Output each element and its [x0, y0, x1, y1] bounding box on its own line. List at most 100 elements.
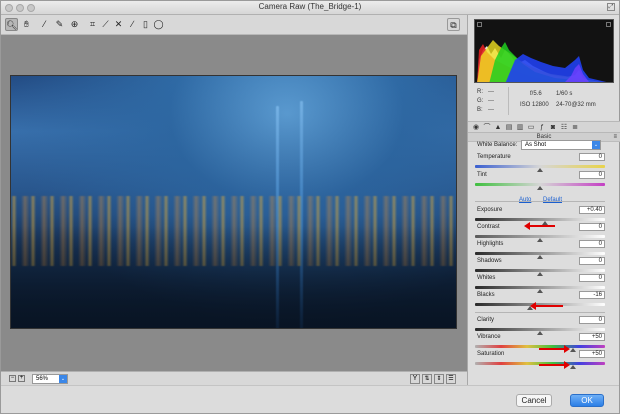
lens-value: 24-70@32 mm: [556, 102, 596, 108]
photo-preview[interactable]: [10, 75, 457, 329]
hsl-tab-icon[interactable]: ▤: [505, 123, 513, 132]
chevron-down-icon: ⌄: [592, 141, 600, 149]
aperture-value: f/5.6: [530, 91, 542, 97]
clarity-label: Clarity: [477, 317, 495, 323]
split-toning-tab-icon[interactable]: ▥: [516, 123, 524, 132]
crop-tool-icon[interactable]: ⌗: [86, 18, 99, 31]
vibrance-slider-thumb[interactable]: [569, 348, 576, 352]
hand-tool-icon[interactable]: ✋︎: [20, 18, 33, 31]
blue-label: B:: [477, 107, 483, 113]
highlights-slider-thumb[interactable]: [537, 255, 543, 259]
blacks-value-field[interactable]: -16: [579, 291, 605, 299]
contrast-annotation-arrow: [524, 222, 555, 230]
presets-tab-icon[interactable]: ☷: [560, 123, 568, 132]
dialog-footer: Cancel OK: [1, 385, 619, 413]
open-preferences-icon[interactable]: ⧉: [447, 18, 460, 31]
zoom-level-select[interactable]: 56% ⌄: [32, 374, 68, 384]
tint-slider-thumb[interactable]: [537, 186, 543, 190]
tone-curve-tab-icon[interactable]: ⌒: [483, 123, 491, 132]
snapshots-tab-icon[interactable]: ≣: [571, 123, 579, 132]
info-readout: R: --- G: --- B: --- f/5.6 1/60 s ISO 12…: [468, 87, 620, 119]
blacks-annotation-arrow: [530, 302, 563, 310]
tool-bar: 🔍︎ ✋︎ ⁄ ✎ ⊕ ⌗ ⟋ ✕ ∕ ▯ ◯ ⧉: [1, 15, 467, 35]
red-value: ---: [488, 89, 494, 95]
shadows-value-field[interactable]: 0: [579, 257, 605, 265]
shadows-slider-thumb[interactable]: [537, 272, 543, 276]
histogram: [474, 19, 614, 83]
zoom-out-icon[interactable]: −: [9, 375, 16, 382]
detail-tab-icon[interactable]: ▲: [494, 123, 502, 132]
panel-tabs: ◉ ⌒ ▲ ▤ ▥ ▭ ƒ ◙ ☷ ≣: [468, 121, 620, 133]
red-label: R:: [477, 89, 483, 95]
highlights-value-field[interactable]: 0: [579, 240, 605, 248]
white-balance-tool-icon[interactable]: ⁄: [38, 18, 51, 31]
exposure-slider-track[interactable]: [475, 218, 605, 221]
whites-label: Whites: [477, 275, 496, 281]
basic-tab-icon[interactable]: ◉: [472, 123, 480, 132]
zoom-in-icon[interactable]: +: [18, 375, 25, 382]
vibrance-annotation-arrow: [539, 345, 570, 353]
lens-corrections-tab-icon[interactable]: ▭: [527, 123, 535, 132]
zoom-level-value: 56%: [36, 376, 49, 382]
blacks-label: Blacks: [477, 292, 495, 298]
cancel-button[interactable]: Cancel: [516, 394, 552, 407]
white-balance-value: As Shot: [525, 142, 547, 148]
default-link[interactable]: Default: [543, 197, 562, 203]
temperature-label: Temperature: [477, 154, 511, 160]
straighten-tool-icon[interactable]: ⟋: [99, 18, 112, 31]
effects-tab-icon[interactable]: ƒ: [538, 123, 546, 132]
saturation-annotation-arrow: [539, 361, 570, 369]
camera-calibration-tab-icon[interactable]: ◙: [549, 123, 557, 132]
ok-button[interactable]: OK: [570, 394, 604, 407]
preview-preferences-icon[interactable]: ☰: [446, 374, 456, 384]
green-value: ---: [488, 98, 494, 104]
shadow-clipping-warning-icon[interactable]: [477, 22, 482, 27]
clarity-value-field[interactable]: 0: [579, 316, 605, 324]
adjustment-brush-icon[interactable]: ∕: [126, 18, 139, 31]
exposure-value-field[interactable]: +0.40: [579, 206, 605, 214]
water-reflection: [11, 226, 456, 328]
spot-removal-tool-icon[interactable]: ✕: [112, 18, 125, 31]
targeted-adjustment-tool-icon[interactable]: ⊕: [68, 18, 81, 31]
window-title: Camera Raw (The_Bridge-1): [258, 2, 362, 11]
highlights-label: Highlights: [477, 241, 504, 247]
section-divider: [475, 312, 605, 313]
saturation-slider-thumb[interactable]: [569, 365, 576, 369]
title-bar: Camera Raw (The_Bridge-1) ⤢: [1, 1, 619, 15]
exposure-label: Exposure: [477, 207, 503, 213]
color-sampler-tool-icon[interactable]: ✎: [53, 18, 66, 31]
zoom-tool-icon[interactable]: 🔍︎: [5, 18, 18, 31]
whites-value-field[interactable]: 0: [579, 274, 605, 282]
clarity-slider-thumb[interactable]: [537, 331, 543, 335]
temperature-slider-thumb[interactable]: [537, 168, 543, 172]
contrast-value-field[interactable]: 0: [579, 223, 605, 231]
vibrance-label: Vibrance: [477, 334, 501, 340]
section-divider: [475, 201, 605, 202]
auto-link[interactable]: Auto: [519, 197, 531, 203]
whites-slider-thumb[interactable]: [537, 289, 543, 293]
zoom-bar: − + 56% ⌄ Y ⇅ ⇕ ☰: [1, 371, 467, 385]
copy-settings-icon[interactable]: ⇕: [434, 374, 444, 384]
contrast-slider-thumb[interactable]: [537, 238, 543, 242]
camera-raw-window: Camera Raw (The_Bridge-1) ⤢ 🔍︎ ✋︎ ⁄ ✎ ⊕ …: [0, 0, 620, 414]
blue-value: ---: [488, 107, 494, 113]
highlight-clipping-warning-icon[interactable]: [606, 22, 611, 27]
temperature-value-field[interactable]: 0: [579, 153, 605, 161]
white-balance-select[interactable]: As Shot ⌄: [521, 140, 601, 150]
graduated-filter-icon[interactable]: ▯: [139, 18, 152, 31]
tint-value-field[interactable]: 0: [579, 171, 605, 179]
shadows-label: Shadows: [477, 258, 502, 264]
fullscreen-icon[interactable]: ⤢: [607, 3, 615, 11]
green-label: G:: [477, 98, 484, 104]
settings-panel: R: --- G: --- B: --- f/5.6 1/60 s ISO 12…: [467, 15, 620, 385]
saturation-value-field[interactable]: +50: [579, 350, 605, 358]
preview-area: [1, 35, 467, 371]
before-after-toggle-icon[interactable]: Y: [410, 374, 420, 384]
radial-filter-icon[interactable]: ◯: [152, 18, 165, 31]
panel-menu-icon[interactable]: ≡: [613, 133, 617, 142]
vibrance-value-field[interactable]: +50: [579, 333, 605, 341]
chevron-down-icon: ⌄: [59, 375, 67, 383]
saturation-label: Saturation: [477, 351, 505, 357]
swap-settings-icon[interactable]: ⇅: [422, 374, 432, 384]
readout-divider: [508, 87, 509, 115]
